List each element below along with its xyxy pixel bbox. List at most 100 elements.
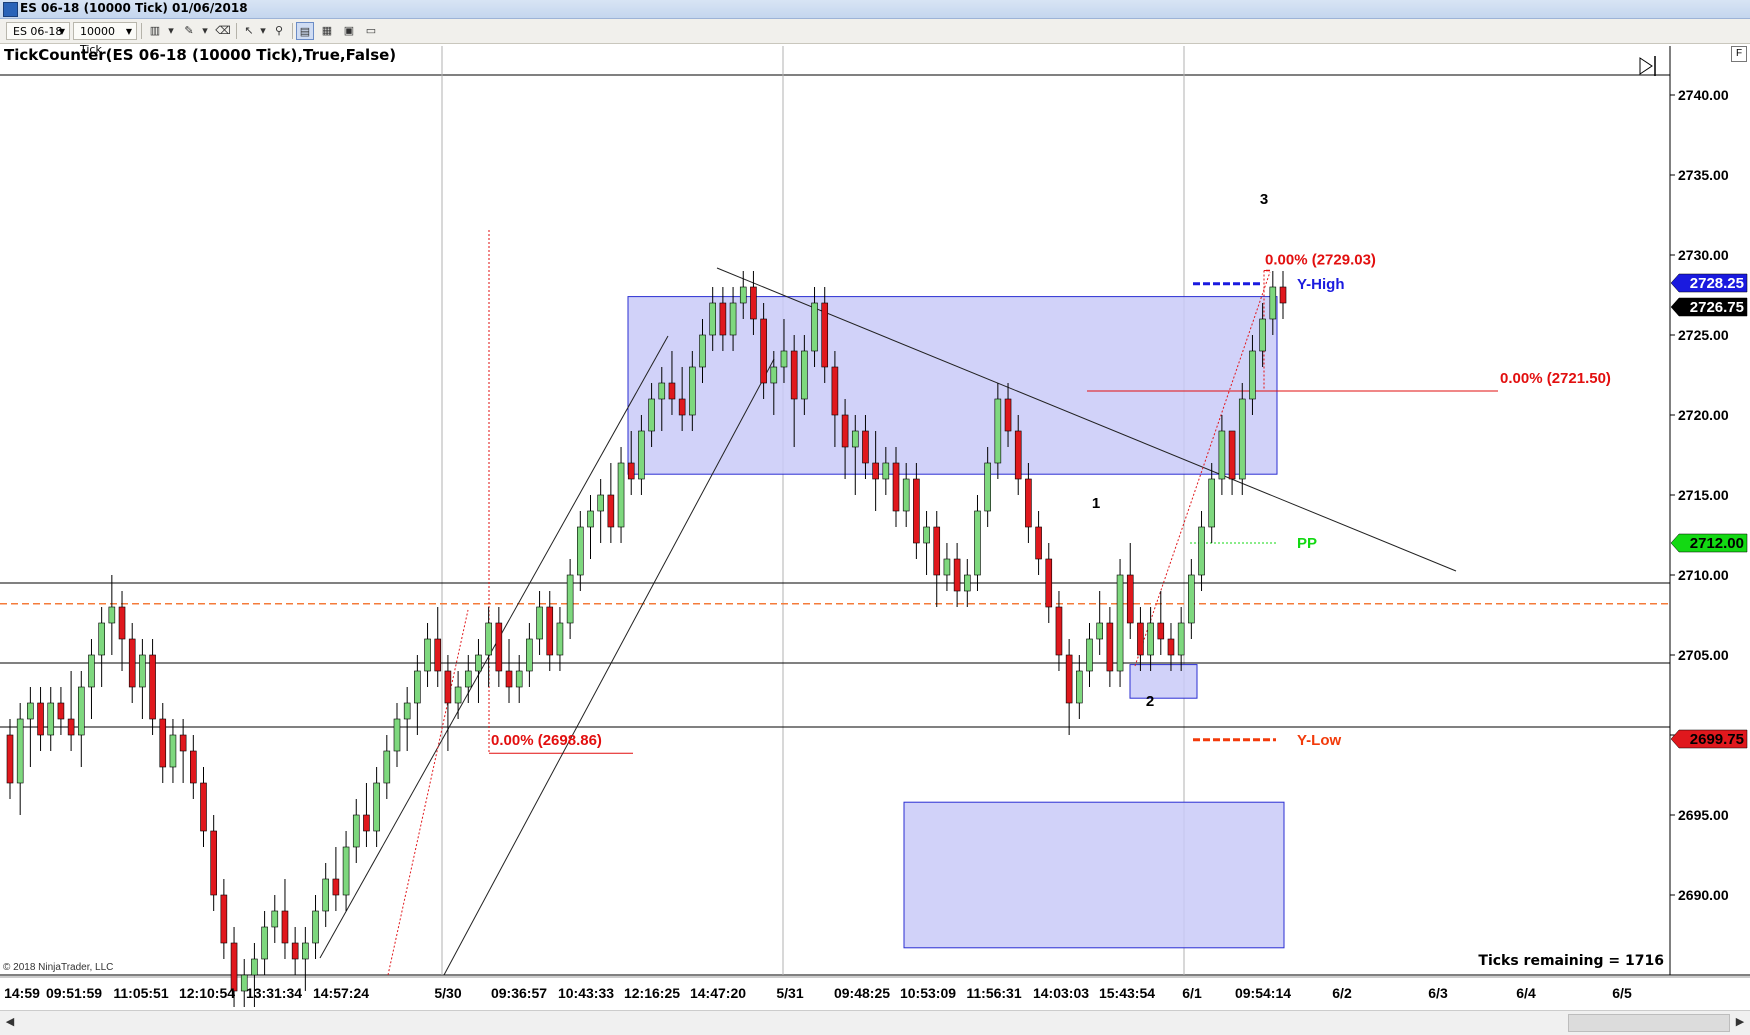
candle-body: [1116, 574, 1124, 672]
y-tick-label: 2740.00: [1678, 87, 1729, 103]
candle-body: [668, 382, 676, 400]
scroll-left-icon[interactable]: ◀: [2, 1013, 18, 1031]
candle-body: [57, 702, 65, 720]
candle-body: [352, 814, 360, 848]
candle-body: [1147, 622, 1154, 656]
y-tick-label: 2690.00: [1678, 887, 1729, 903]
y-tick-label: 2715.00: [1678, 487, 1729, 503]
horizontal-scrollbar[interactable]: ◀ ▶: [0, 1010, 1750, 1035]
candle-body: [251, 958, 258, 976]
x-tick-label: 10:43:33: [558, 985, 614, 1001]
scroll-right-icon[interactable]: ▶: [1732, 1013, 1748, 1031]
candle-body: [546, 606, 554, 656]
x-tick-label: 09:48:25: [834, 985, 890, 1001]
scroll-to-end-triangle: [1639, 57, 1653, 75]
candle-body: [149, 654, 156, 720]
x-tick-label: 5/31: [776, 985, 803, 1001]
candle-body: [1086, 638, 1093, 672]
candle-body: [200, 782, 207, 832]
candle-body: [1137, 622, 1144, 656]
candle-body: [851, 430, 859, 448]
candle-body: [689, 366, 696, 416]
candle-body: [750, 286, 757, 320]
candle-body: [627, 462, 635, 480]
candle-body: [505, 670, 513, 688]
x-tick-label: 14:59: [4, 985, 40, 1001]
x-tick-label: 6/4: [1516, 985, 1536, 1001]
candle-body: [1106, 622, 1114, 672]
fib-label: 0.00% (2729.03): [1265, 252, 1376, 269]
candle-body: [1025, 478, 1032, 528]
candle-body: [607, 494, 615, 528]
candle-body: [403, 702, 411, 720]
candle-body: [923, 526, 930, 544]
candle-body: [1035, 526, 1042, 560]
candle-body: [953, 558, 961, 592]
candle-body: [780, 350, 788, 368]
candle-body: [179, 734, 187, 752]
wave-label: 2: [1146, 693, 1154, 710]
candle-body: [159, 718, 167, 768]
panel-button[interactable]: F: [1731, 46, 1747, 62]
candle-body: [1228, 430, 1236, 480]
price-axis: 2740.00 2735.00 2730.00 2725.00 2720.00 2715.…: [1639, 56, 1748, 903]
candle-body: [373, 782, 380, 832]
scroll-to-end-icon: [1639, 56, 1656, 76]
candle-body: [811, 302, 818, 352]
x-tick-label: 14:47:20: [690, 985, 746, 1001]
candle-body: [1249, 350, 1256, 400]
candle-body: [658, 382, 666, 400]
y-tick-label: 2695.00: [1678, 807, 1729, 823]
candle-body: [556, 622, 564, 656]
zone-rect: [903, 801, 1285, 949]
x-tick-label: 14:57:24: [313, 985, 369, 1001]
candle-body: [587, 510, 594, 528]
trend-line: [319, 335, 669, 959]
grid: [0, 46, 1750, 978]
scroll-thumb[interactable]: [1568, 1014, 1730, 1032]
candle-body: [933, 526, 941, 576]
candle-body: [882, 462, 890, 480]
candle-body: [1045, 558, 1053, 608]
candle-body: [108, 606, 116, 624]
level-label: Y-Low: [1297, 732, 1341, 749]
candle-body: [831, 366, 839, 416]
y-tick-label: 2720.00: [1678, 407, 1729, 423]
x-tick-label: 10:53:09: [900, 985, 956, 1001]
candle-body: [16, 718, 24, 784]
candle-body: [1167, 638, 1175, 656]
candle-body: [1076, 670, 1083, 704]
candle-body: [1269, 286, 1277, 320]
candle-body: [729, 302, 737, 336]
candle-body: [67, 718, 75, 736]
candle-body: [801, 350, 808, 400]
candle-body: [128, 638, 136, 688]
price-chart[interactable]: Y-High PP Y-Low 0.00% (2729.03) 0.00% (2721.…: [0, 0, 1750, 1010]
candle-body: [444, 670, 452, 704]
candle-body: [1218, 430, 1226, 480]
candle-body: [1279, 286, 1287, 304]
y-tick-label: 2705.00: [1678, 647, 1729, 663]
x-tick-label: 09:51:59: [46, 985, 102, 1001]
candle-body: [526, 638, 533, 672]
candle-body: [271, 910, 279, 928]
candle-body: [393, 718, 401, 752]
candle-body: [1096, 622, 1103, 640]
candle-body: [1259, 318, 1266, 352]
wave-label: 1: [1092, 495, 1100, 512]
candle-body: [27, 702, 34, 720]
candle-body: [342, 846, 350, 896]
level-label: PP: [1297, 535, 1317, 552]
candle-body: [821, 302, 829, 368]
candle-body: [862, 430, 869, 464]
x-tick-label: 6/2: [1332, 985, 1352, 1001]
y-tick-label: 2725.00: [1678, 327, 1729, 343]
candle-body: [464, 670, 472, 688]
price-tag-label: 2728.25: [1690, 275, 1744, 292]
candle-body: [1014, 430, 1022, 480]
x-tick-label: 11:05:51: [113, 985, 168, 1001]
zones: [627, 296, 1285, 949]
candle-body: [566, 574, 574, 624]
candle-body: [88, 654, 95, 688]
x-tick-label: 6/3: [1428, 985, 1448, 1001]
